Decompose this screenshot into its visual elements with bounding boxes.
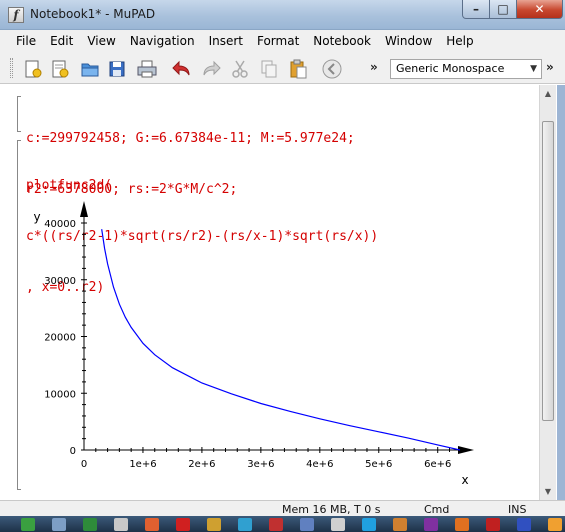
mupad-app-icon: f — [8, 7, 24, 23]
y-axis-label: y — [33, 210, 40, 224]
status-bar: Mem 16 MB, T 0 s Cmd INS — [0, 500, 565, 516]
paste-icon — [290, 59, 307, 79]
menu-edit[interactable]: Edit — [43, 34, 80, 48]
taskbar-app-icon[interactable] — [114, 517, 128, 531]
window-frame-edge — [557, 85, 565, 500]
x-axis-label: x — [461, 473, 468, 487]
title-bar: f Notebook1* - MuPAD – □ ✕ — [0, 0, 565, 30]
windows-taskbar — [0, 516, 565, 532]
vertical-scrollbar[interactable]: ▲ ▼ — [539, 85, 556, 500]
taskbar-app-icon[interactable] — [424, 517, 438, 531]
scroll-thumb[interactable] — [542, 121, 554, 421]
y-tick-label: 30000 — [44, 276, 76, 287]
cut-button[interactable] — [228, 57, 252, 81]
x-tick-label: 5e+6 — [365, 459, 392, 470]
plot-output[interactable]: 0 1e+6 2e+6 3e+6 4e+6 5e+6 6e+6 0 10000 20000 3000… — [0, 85, 539, 500]
new-text-button[interactable] — [48, 57, 72, 81]
status-ins: INS — [508, 503, 527, 516]
taskbar-app-icon[interactable] — [207, 517, 221, 531]
window-title: Notebook1* - MuPAD — [30, 7, 156, 21]
redo-button[interactable] — [199, 57, 223, 81]
new-notebook-button[interactable] — [21, 57, 45, 81]
minimize-button[interactable]: – — [462, 0, 490, 19]
notebook-document[interactable]: c:=299792458; G:=6.67384e-11; M:=5.977e2… — [0, 85, 539, 500]
taskbar-app-icon[interactable] — [145, 517, 159, 531]
taskbar-app-icon[interactable] — [238, 517, 252, 531]
x-tick-label: 6e+6 — [424, 459, 451, 470]
y-tick-label: 0 — [70, 446, 76, 457]
new-text-icon — [52, 60, 69, 78]
save-icon — [109, 61, 125, 77]
taskbar-app-icon[interactable] — [300, 517, 314, 531]
toolbar-overflow-button-2[interactable]: » — [546, 60, 554, 74]
status-mode: Cmd — [424, 503, 450, 516]
stop-icon — [322, 59, 342, 79]
taskbar-app-icon[interactable] — [176, 517, 190, 531]
copy-icon — [261, 60, 277, 78]
taskbar-app-icon[interactable] — [455, 517, 469, 531]
x-tick-label: 1e+6 — [129, 459, 156, 470]
y-tick-label: 10000 — [44, 389, 76, 400]
toolbar-grip[interactable] — [10, 58, 13, 78]
menu-help[interactable]: Help — [439, 34, 480, 48]
y-tick-label: 40000 — [44, 219, 76, 230]
scroll-down-arrow-icon[interactable]: ▼ — [540, 483, 556, 500]
y-tick-label: 20000 — [44, 333, 76, 344]
menu-view[interactable]: View — [80, 34, 122, 48]
close-button[interactable]: ✕ — [517, 0, 563, 19]
window-controls: – □ ✕ — [462, 0, 563, 20]
taskbar-app-icon[interactable] — [486, 517, 500, 531]
y-axis-arrow — [80, 201, 88, 217]
taskbar-app-icon[interactable] — [269, 517, 283, 531]
status-memory: Mem 16 MB, T 0 s — [282, 503, 381, 516]
new-notebook-icon — [25, 60, 42, 78]
redo-icon — [203, 60, 221, 76]
font-select[interactable]: Generic Monospace ▼ — [390, 59, 542, 79]
undo-icon — [172, 60, 190, 76]
x-axis-arrow — [458, 446, 474, 454]
undo-button[interactable] — [170, 57, 194, 81]
x-tick-label: 0 — [81, 459, 87, 470]
menu-window[interactable]: Window — [378, 34, 439, 48]
chevron-down-icon: ▼ — [530, 64, 537, 74]
menu-format[interactable]: Format — [250, 34, 306, 48]
taskbar-app-icon[interactable] — [52, 517, 66, 531]
stop-button[interactable] — [320, 57, 344, 81]
taskbar-app-icon[interactable] — [517, 517, 531, 531]
menu-bar: File Edit View Navigation Insert Format … — [0, 30, 565, 52]
taskbar-app-icon[interactable] — [331, 517, 345, 531]
toolbar-overflow-button[interactable]: » — [370, 60, 378, 74]
x-tick-label: 4e+6 — [306, 459, 333, 470]
menu-insert[interactable]: Insert — [202, 34, 250, 48]
taskbar-app-icon[interactable] — [393, 517, 407, 531]
save-button[interactable] — [105, 57, 129, 81]
print-button[interactable] — [135, 57, 159, 81]
paste-button[interactable] — [286, 57, 310, 81]
taskbar-app-icon[interactable] — [548, 517, 562, 531]
print-icon — [137, 60, 157, 78]
open-button[interactable] — [78, 57, 102, 81]
font-select-value: Generic Monospace — [396, 62, 505, 75]
x-tick-label: 3e+6 — [247, 459, 274, 470]
scroll-up-arrow-icon[interactable]: ▲ — [540, 85, 556, 102]
copy-button[interactable] — [257, 57, 281, 81]
menu-file[interactable]: File — [9, 34, 43, 48]
taskbar-app-icon[interactable] — [362, 517, 376, 531]
x-tick-label: 2e+6 — [188, 459, 215, 470]
taskbar-app-icon[interactable] — [83, 517, 97, 531]
open-folder-icon — [81, 63, 99, 77]
maximize-button[interactable]: □ — [490, 0, 517, 19]
menu-navigation[interactable]: Navigation — [123, 34, 202, 48]
menu-notebook[interactable]: Notebook — [306, 34, 378, 48]
cut-icon — [232, 60, 248, 78]
toolbar: » Generic Monospace ▼ » — [0, 52, 565, 84]
taskbar-app-icon[interactable] — [21, 517, 35, 531]
series-line — [101, 229, 461, 451]
